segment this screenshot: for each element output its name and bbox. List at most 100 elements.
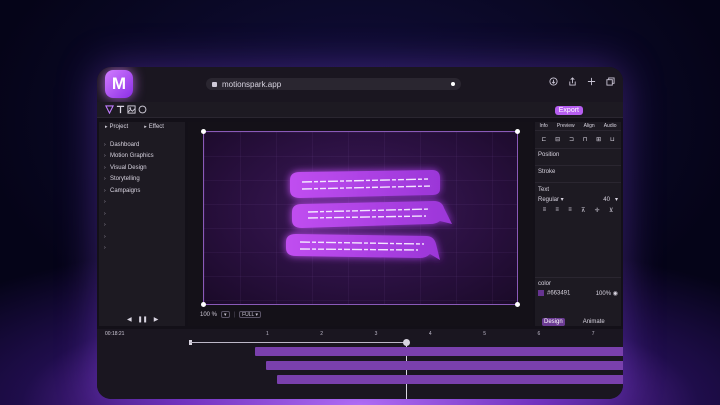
tab-preview[interactable]: Preview (557, 123, 575, 129)
align-middle-icon[interactable]: ⊞ (596, 136, 601, 143)
playhead-handle[interactable] (403, 339, 410, 346)
text-align-left-icon[interactable]: ≡ (543, 207, 547, 214)
font-weight-select[interactable]: Regular ▾ (538, 196, 564, 203)
list-item[interactable]: › (104, 220, 182, 232)
list-item-label: Visual Design (110, 164, 147, 171)
timeline-track-clip[interactable] (255, 347, 623, 356)
list-item[interactable]: › Dashboard (104, 139, 182, 151)
tab-effect[interactable]: Effect (144, 124, 164, 130)
text-align-center-icon[interactable]: ≡ (555, 207, 559, 214)
position-section[interactable]: Position (535, 148, 621, 165)
color-swatch[interactable] (538, 290, 544, 297)
url-text: motionspark.app (222, 79, 282, 89)
tab-info[interactable]: Info (539, 123, 547, 129)
tab-project[interactable]: Project (105, 124, 129, 130)
title-bar: M motionspark.app (97, 67, 623, 102)
chevron-right-icon: › (104, 199, 106, 206)
design-mode-button[interactable]: Design (542, 318, 565, 326)
text-tool-icon[interactable] (116, 105, 125, 114)
timeline-tick: 5 (483, 331, 486, 337)
font-size-select[interactable]: 40 ▾ (603, 196, 618, 203)
align-bottom-icon[interactable]: ⊔ (610, 136, 615, 143)
range-line (190, 342, 408, 343)
select-tool-icon[interactable] (105, 105, 114, 114)
canvas-area: 100 % ▾ | FULL ▾ (188, 122, 533, 326)
playback-controls: ◀ ❚❚ ▶ (127, 316, 158, 323)
zoom-level[interactable]: 100 % (200, 312, 217, 318)
align-center-icon[interactable]: ⊟ (555, 136, 560, 143)
chevron-right-icon: › (104, 245, 106, 252)
list-item[interactable]: › Visual Design (104, 162, 182, 174)
text-section: Text Regular ▾ 40 ▾ ≡ ≡ ≡ ⊼ ✛ ⊻ (535, 182, 621, 261)
image-tool-icon[interactable] (127, 105, 136, 114)
tab-audio[interactable]: Audio (604, 123, 617, 129)
color-hex-field[interactable]: #663491 (538, 290, 570, 297)
properties-panel: Info Preview Align Audio ⊏ ⊟ ⊐ ⊓ ⊞ ⊔ Pos… (535, 122, 621, 326)
timeline-track-clip[interactable] (276, 375, 623, 384)
list-item[interactable]: › (104, 208, 182, 220)
timeline-ruler[interactable]: 12345678 (189, 329, 619, 339)
export-button[interactable]: Export (554, 106, 583, 115)
text-align-right-icon[interactable]: ≡ (568, 207, 572, 214)
ellipse-tool-icon[interactable] (138, 105, 147, 114)
timeline-tick: 7 (591, 331, 595, 337)
timeline-tick: 6 (537, 331, 541, 337)
list-item[interactable]: › (104, 197, 182, 209)
list-item-label: Storytelling (110, 176, 140, 183)
align-top-icon[interactable]: ⊓ (583, 136, 588, 143)
left-panel: Project Effect ›Dashboard ›Motion Graphi… (99, 122, 185, 326)
artboard[interactable] (201, 129, 520, 307)
list-item[interactable]: › Storytelling (104, 174, 182, 186)
list-item[interactable]: › (104, 243, 182, 255)
list-item-label: Campaigns (110, 187, 141, 194)
text-vertical-top-icon[interactable]: ⊼ (581, 207, 585, 214)
app-window: M motionspark.app Export ▸ Project ▸ Eff… (97, 67, 623, 399)
color-section: color #663491 100% ◉ (535, 277, 621, 300)
align-right-icon[interactable]: ⊐ (569, 136, 574, 143)
pause-icon[interactable]: ❚❚ (138, 316, 148, 323)
animate-mode-button[interactable]: Animate (583, 319, 605, 325)
resize-handle-top-left[interactable] (201, 129, 206, 134)
share-icon[interactable] (568, 77, 577, 86)
list-item[interactable]: › Motion Graphics (104, 151, 182, 163)
text-vertical-bottom-icon[interactable]: ⊻ (609, 207, 613, 214)
timeline-track-clip[interactable] (266, 361, 623, 370)
resize-handle-bottom-right[interactable] (515, 302, 520, 307)
zoom-dropdown-icon[interactable]: ▾ (221, 311, 230, 318)
font-row: Regular ▾ 40 ▾ (538, 196, 618, 203)
next-icon[interactable]: ▶ (154, 316, 159, 323)
chevron-right-icon: › (104, 222, 106, 229)
list-item-label: Dashboard (110, 141, 140, 148)
resize-handle-bottom-left[interactable] (201, 302, 206, 307)
position-label: Position (538, 152, 560, 158)
timeline-tick: 1 (266, 331, 269, 337)
text-format-row: ≡ ≡ ≡ ⊼ ✛ ⊻ (538, 207, 618, 214)
download-icon[interactable] (549, 77, 558, 86)
quality-select[interactable]: FULL ▾ (239, 311, 262, 318)
text-vertical-middle-icon[interactable]: ✛ (595, 207, 600, 214)
text-label: Text (538, 187, 550, 193)
previous-icon[interactable]: ◀ (127, 316, 132, 323)
opacity-field[interactable]: 100% ◉ (596, 290, 618, 297)
project-list: › Dashboard › Motion Graphics › Visual Desi… (104, 139, 182, 254)
speech-bubbles-graphic[interactable] (204, 132, 517, 304)
list-item[interactable]: › Campaigns (104, 185, 182, 197)
new-tab-icon[interactable] (587, 77, 596, 86)
reload-dot-icon[interactable] (451, 82, 455, 86)
stroke-section[interactable]: Stroke (535, 165, 621, 182)
panel-tabs: Project Effect (99, 122, 185, 132)
chevron-right-icon: › (104, 233, 106, 240)
tabs-icon[interactable] (606, 77, 615, 86)
tab-align[interactable]: Align (584, 123, 595, 129)
time-code: 00:18:21 (105, 331, 125, 337)
timeline-tick: 4 (428, 331, 432, 337)
align-left-icon[interactable]: ⊏ (541, 136, 546, 143)
color-label: color (538, 281, 552, 287)
list-item[interactable]: › (104, 231, 182, 243)
url-bar[interactable]: motionspark.app (206, 78, 461, 90)
eye-icon[interactable]: ◉ (613, 291, 618, 297)
align-buttons: ⊏ ⊟ ⊐ ⊓ ⊞ ⊔ (535, 131, 621, 148)
color-row: #663491 100% ◉ (538, 290, 618, 297)
app-logo[interactable]: M (105, 70, 133, 98)
resize-handle-top-right[interactable] (515, 129, 520, 134)
